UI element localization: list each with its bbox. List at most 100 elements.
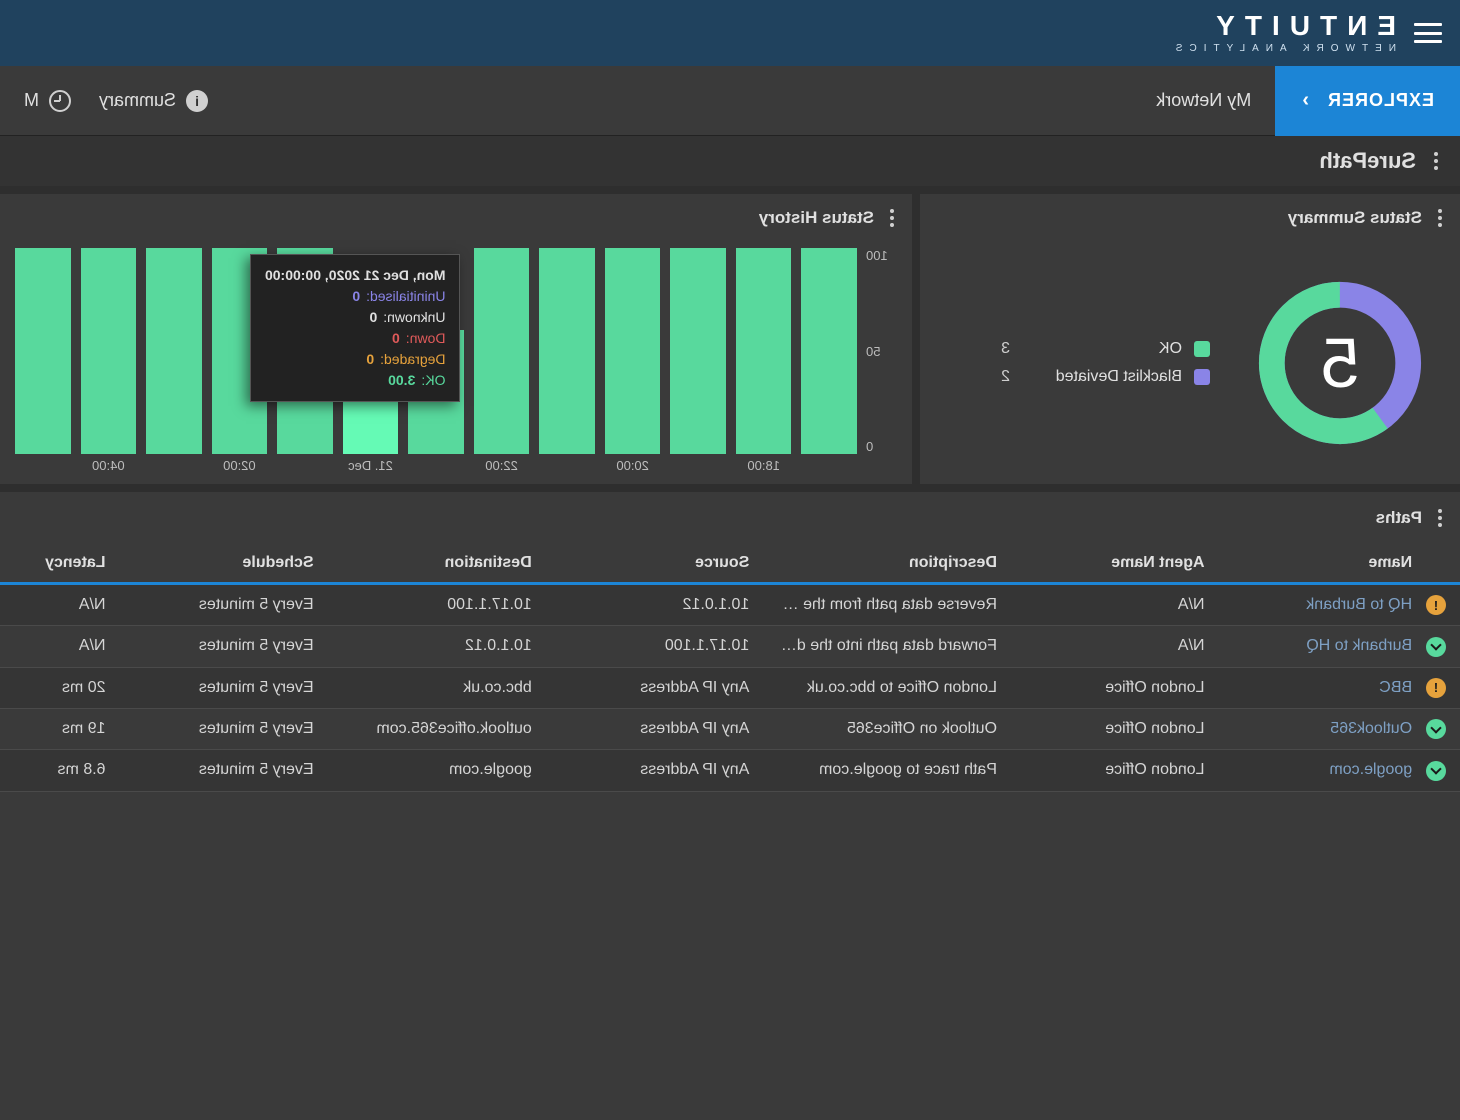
history-bar[interactable] <box>670 248 726 454</box>
status-history-title: Status History <box>759 208 874 228</box>
row-status <box>1426 750 1460 792</box>
row-status <box>1426 626 1460 668</box>
row-latency: N/A <box>0 584 120 626</box>
tooltip-row: Uninitialised:0 <box>265 286 446 307</box>
row-agent: N/A <box>1011 626 1219 668</box>
legend-swatch <box>1194 341 1210 357</box>
history-x-axis: 18:0020:0022:0021. Dec02:0004:00 <box>10 458 862 480</box>
row-source: Any IP Address <box>546 708 764 750</box>
table-row[interactable]: !HQ to BurbankN/AReverse data path from … <box>0 584 1460 626</box>
row-description: Outlook on Office365 <box>763 708 1011 750</box>
row-status: ! <box>1426 584 1460 626</box>
history-tooltip: Mon, Dec 21 2020, 00:00:00Uninitialised:… <box>250 254 461 402</box>
status-summary-menu-icon[interactable] <box>1434 205 1446 231</box>
col-header[interactable]: Schedule <box>120 544 328 584</box>
history-bar[interactable] <box>605 248 661 454</box>
row-agent: London Office <box>1011 667 1219 708</box>
status-icon <box>1426 761 1446 781</box>
status-history-menu-icon[interactable] <box>886 205 898 231</box>
history-bar[interactable] <box>801 248 857 454</box>
row-schedule: Every 5 minutes <box>120 626 328 668</box>
page-title: SurePath <box>1319 148 1416 174</box>
tooltip-row: Degraded:0 <box>265 349 446 370</box>
status-history-head: Status History <box>0 194 912 242</box>
paths-header-row: NameAgent NameDescriptionSourceDestinati… <box>0 544 1460 584</box>
row-name[interactable]: BBC <box>1219 667 1427 708</box>
paths-table: NameAgent NameDescriptionSourceDestinati… <box>0 544 1460 792</box>
table-row[interactable]: Burbank to HQN/AForward data path into t… <box>0 626 1460 668</box>
row-agent: N/A <box>1011 584 1219 626</box>
paths-menu-icon[interactable] <box>1434 505 1446 531</box>
table-row[interactable]: google.comLondon OfficePath trace to goo… <box>0 750 1460 792</box>
legend-value: 2 <box>1001 368 1010 386</box>
paths-title: Paths <box>1376 508 1422 528</box>
history-bar[interactable] <box>15 248 71 454</box>
col-header[interactable]: Source <box>546 544 764 584</box>
explorer-button[interactable]: EXPLORER › <box>1275 66 1460 136</box>
col-header[interactable]: Description <box>763 544 1011 584</box>
legend-row[interactable]: OK3 <box>1001 340 1210 358</box>
x-tick: 20:00 <box>616 458 649 473</box>
status-summary-legend: OK3 Blacklist Deviated2 <box>1001 340 1210 386</box>
table-row[interactable]: Outlook365London OfficeOutlook on Office… <box>0 708 1460 750</box>
status-summary-title: Status Summary <box>1288 208 1422 228</box>
clock-icon <box>49 90 71 112</box>
row-schedule: Every 5 minutes <box>120 584 328 626</box>
row-status: ! <box>1426 667 1460 708</box>
history-bar[interactable] <box>81 248 137 454</box>
page-title-bar: SurePath <box>0 136 1460 194</box>
row-agent: London Office <box>1011 750 1219 792</box>
status-history-body: 100500 Mon, Dec 21 2020, 00:00:00Uniniti… <box>0 242 912 484</box>
tooltip-row: Unknown:0 <box>265 307 446 328</box>
row-schedule: Every 5 minutes <box>120 708 328 750</box>
col-header[interactable]: Latency <box>0 544 120 584</box>
row-name[interactable]: HQ to Burbank <box>1219 584 1427 626</box>
paths-body: !HQ to BurbankN/AReverse data path from … <box>0 584 1460 792</box>
table-row[interactable]: !BBCLondon OfficeLondon Office to bbc.co… <box>0 667 1460 708</box>
row-description: Forward data path into the data... <box>763 626 1011 668</box>
history-bar[interactable] <box>474 248 530 454</box>
nav-summary[interactable]: i Summary <box>99 90 208 112</box>
history-y-axis: 100500 <box>866 248 906 454</box>
tooltip-row: Down:0 <box>265 328 446 349</box>
status-summary-panel: Status Summary 5 OK3 Blacklist Deviated2 <box>920 194 1460 484</box>
status-icon <box>1426 719 1446 739</box>
donut-total: 5 <box>1250 273 1430 453</box>
row-name[interactable]: Outlook365 <box>1219 708 1427 750</box>
info-icon: i <box>186 90 208 112</box>
app-root: ENTUITY NETWORK ANALYTICS EXPLORER › My … <box>0 0 1460 1120</box>
nav-bar: EXPLORER › My Network i Summary M <box>0 66 1460 136</box>
page-menu-icon[interactable] <box>1430 148 1442 174</box>
x-tick: 04:00 <box>92 458 125 473</box>
legend-row[interactable]: Blacklist Deviated2 <box>1001 368 1210 386</box>
x-tick: 18:00 <box>747 458 780 473</box>
breadcrumb[interactable]: My Network <box>1156 90 1251 111</box>
history-bar[interactable] <box>736 248 792 454</box>
row-destination: 10.17.1.100 <box>328 584 546 626</box>
legend-label: OK <box>1022 340 1182 358</box>
row-destination: 10.1.0.12 <box>328 626 546 668</box>
history-bar[interactable] <box>539 248 595 454</box>
row-destination: google.com <box>328 750 546 792</box>
history-bar[interactable] <box>146 248 202 454</box>
row-name[interactable]: Burbank to HQ <box>1219 626 1427 668</box>
brand-tagline: NETWORK ANALYTICS <box>1169 44 1396 54</box>
paths-panel: Paths NameAgent NameDescriptionSourceDes… <box>0 492 1460 1120</box>
col-header[interactable]: Destination <box>328 544 546 584</box>
chevron-right-icon: › <box>1301 89 1309 112</box>
col-status-header[interactable] <box>1426 544 1460 584</box>
history-plot: Mon, Dec 21 2020, 00:00:00Uninitialised:… <box>10 248 862 454</box>
x-tick: 21. Dec <box>348 458 393 473</box>
col-header[interactable]: Agent Name <box>1011 544 1219 584</box>
row-source: 10.1.0.12 <box>546 584 764 626</box>
status-history-panel: Status History 100500 Mon, Dec 21 2020, … <box>0 194 912 484</box>
status-summary-head: Status Summary <box>920 194 1460 242</box>
row-source: 10.17.1.100 <box>546 626 764 668</box>
row-latency: N/A <box>0 626 120 668</box>
hamburger-menu-icon[interactable] <box>1414 23 1442 43</box>
nav-summary-label: Summary <box>99 90 176 111</box>
row-name[interactable]: google.com <box>1219 750 1427 792</box>
nav-more[interactable]: M <box>24 90 71 112</box>
status-icon: ! <box>1426 678 1446 698</box>
col-header[interactable]: Name <box>1219 544 1427 584</box>
